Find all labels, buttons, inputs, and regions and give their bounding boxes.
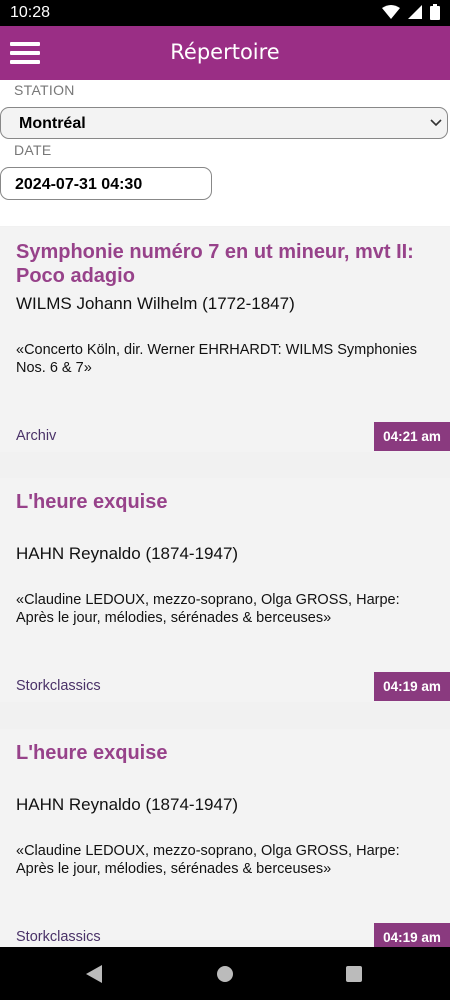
track-composer: HAHN Reynaldo (1874-1947) bbox=[16, 795, 239, 814]
track-label: Archiv bbox=[16, 428, 57, 444]
home-icon[interactable] bbox=[217, 966, 233, 982]
filters-panel: STATION Montréal DATE 2024-07-31 04:30 bbox=[0, 80, 450, 226]
track-time-badge: 04:19 am bbox=[374, 672, 450, 701]
app-bar: Répertoire bbox=[0, 26, 450, 80]
track-album: «Claudine LEDOUX, mezzo-soprano, Olga GR… bbox=[16, 592, 400, 626]
page-title: Répertoire bbox=[170, 40, 280, 64]
track-card[interactable]: L'heure exquise HAHN Reynaldo (1874-1947… bbox=[0, 729, 450, 952]
track-card[interactable]: L'heure exquise HAHN Reynaldo (1874-1947… bbox=[0, 478, 450, 702]
signal-icon bbox=[408, 5, 422, 19]
date-value: 2024-07-31 04:30 bbox=[15, 176, 143, 193]
track-album: «Concerto Köln, dir. Werner EHRHARDT: WI… bbox=[16, 342, 418, 376]
system-nav-bar bbox=[0, 947, 450, 1000]
track-composer: WILMS Johann Wilhelm (1772-1847) bbox=[16, 294, 295, 313]
status-bar: 10:28 bbox=[0, 0, 450, 26]
back-icon[interactable] bbox=[86, 965, 102, 983]
station-select[interactable]: Montréal bbox=[0, 107, 448, 139]
track-album: «Claudine LEDOUX, mezzo-soprano, Olga GR… bbox=[16, 843, 400, 877]
station-value: Montréal bbox=[19, 115, 86, 132]
chevron-down-icon bbox=[430, 119, 442, 127]
track-title: Symphonie numéro 7 en ut mineur, mvt II:… bbox=[16, 241, 414, 287]
station-label: STATION bbox=[14, 82, 75, 98]
track-title: L'heure exquise bbox=[16, 742, 168, 764]
track-card[interactable]: Symphonie numéro 7 en ut mineur, mvt II:… bbox=[0, 227, 450, 452]
track-label: Storkclassics bbox=[16, 929, 101, 945]
status-icons bbox=[382, 4, 440, 20]
date-input[interactable]: 2024-07-31 04:30 bbox=[0, 167, 212, 200]
date-label: DATE bbox=[14, 142, 52, 158]
track-composer: HAHN Reynaldo (1874-1947) bbox=[16, 544, 239, 563]
recents-icon[interactable] bbox=[346, 966, 362, 982]
track-title: L'heure exquise bbox=[16, 491, 168, 513]
track-time-badge: 04:21 am bbox=[374, 422, 450, 451]
battery-icon bbox=[430, 4, 440, 20]
status-time: 10:28 bbox=[10, 4, 51, 21]
wifi-icon bbox=[382, 5, 400, 19]
track-label: Storkclassics bbox=[16, 678, 101, 694]
